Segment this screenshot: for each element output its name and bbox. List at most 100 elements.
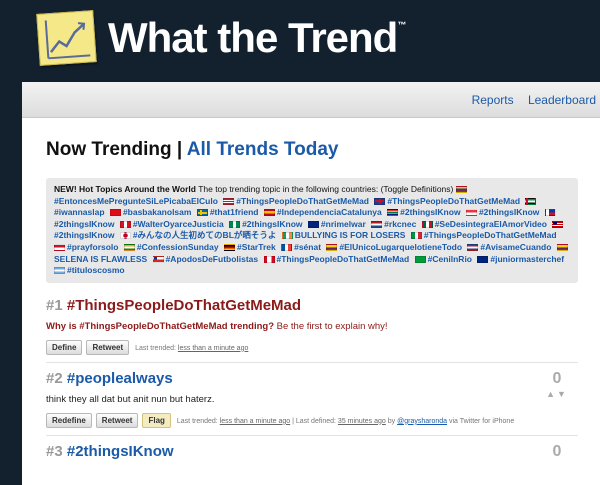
flag-turkey-icon (109, 209, 121, 217)
author-link[interactable]: @graysharonda (397, 418, 447, 425)
trend-title: #1 #ThingsPeopleDoThatGetMeMad (46, 297, 578, 314)
heading-separator: | (176, 139, 183, 160)
all-trends-today-link[interactable]: All Trends Today (187, 139, 339, 160)
hot-topic-link[interactable]: #prayforsolo (67, 242, 119, 252)
trend-name-link[interactable]: #ThingsPeopleDoThatGetMeMad (67, 297, 301, 314)
retweet-button[interactable]: Retweet (95, 412, 139, 428)
trend-item-1: #1 #ThingsPeopleDoThatGetMeMad Why is #T… (46, 297, 578, 355)
site-logo[interactable]: What the Trend™ (108, 14, 406, 62)
hot-topic-link[interactable]: #みんなの人生初めてのBLが晒そうよ (133, 230, 277, 240)
divider (46, 361, 578, 363)
flag-netherlands-icon (467, 243, 479, 251)
hot-topics-lead: NEW! Hot Topics Around the World (54, 184, 196, 194)
why-cta: Be the first to explain why! (276, 320, 388, 332)
hot-topic-link[interactable]: #ThingsPeopleDoThatGetMeMad (424, 230, 557, 240)
flag-peru-icon (119, 220, 131, 228)
last-defined-value[interactable]: 35 minutes ago (338, 418, 386, 425)
hot-topic-link[interactable]: #ThingsPeopleDoThatGetMeMad (236, 196, 369, 206)
hot-topic-link[interactable]: #SeDesintegraElAmorVideo (435, 219, 547, 229)
flag-usa-icon (223, 197, 235, 205)
define-button[interactable]: Define (46, 339, 83, 355)
main-panel: Reports Leaderboard Now Trending | All T… (22, 82, 600, 485)
last-trended-label: Last trended: (135, 344, 176, 352)
hot-topic-link[interactable]: #ThingsPeopleDoThatGetMeMad (387, 196, 520, 206)
hot-topic-link[interactable]: SELENA IS FLAWLESS (54, 254, 147, 264)
trademark: ™ (397, 20, 406, 30)
hot-topic-link[interactable]: #juniormasterchef (490, 254, 564, 264)
last-trended-value[interactable]: less than a minute ago (178, 345, 248, 352)
hot-topic-link[interactable]: #CenilnRio (428, 254, 472, 264)
trend-name-link[interactable]: #2thingsIKnow (67, 443, 174, 460)
redefine-button[interactable]: Redefine (46, 412, 92, 428)
hot-topic-link[interactable]: #2thingsIKnow (54, 219, 114, 229)
hot-topic-link[interactable]: #tituloscosmo (67, 265, 125, 275)
flag-chile-icon (152, 255, 164, 263)
hot-topic-link[interactable]: #2thingsIKnow (242, 219, 302, 229)
vote-box: 0 ▲▼ (542, 370, 572, 399)
flag-netherlands-icon (371, 220, 383, 228)
hot-topic-link[interactable]: BULLYING IS FOR LOSERS (295, 230, 406, 240)
trend-title: #3 #2thingsIKnow (46, 443, 578, 460)
hot-topic-link[interactable]: #basbakanolsam (123, 207, 192, 217)
flag-ireland-icon (281, 232, 293, 240)
upvote-arrow-icon[interactable]: ▲ (546, 389, 557, 399)
flag-italy-icon (410, 232, 422, 240)
trend-rank: #3 (46, 442, 63, 460)
flag-malaysia-icon (552, 220, 564, 228)
trend-actions: Define Retweet Last trended: less than a … (46, 339, 578, 355)
toggle-definitions-link[interactable]: (Toggle Definitions) (381, 184, 454, 194)
trend-name-link[interactable]: #peoplealways (67, 370, 173, 387)
flag-brazil-icon (414, 255, 426, 263)
vote-count: 0 (552, 442, 562, 460)
trend-why: Why is #ThingsPeopleDoThatGetMeMad trend… (46, 321, 578, 332)
hot-topic-link[interactable]: #nrimelwar (321, 219, 366, 229)
divider (46, 434, 578, 436)
flag-canada-icon (263, 255, 275, 263)
hot-topic-link[interactable]: #IndependenciaCatalunya (277, 207, 382, 217)
vote-count: 0 (552, 369, 562, 387)
hot-topics-desc: The top trending topic in the following … (198, 184, 379, 194)
hot-topic-link[interactable]: #AvisameCuando (480, 242, 551, 252)
retweet-button[interactable]: Retweet (86, 339, 130, 355)
hot-topics-box: NEW! Hot Topics Around the World The top… (46, 178, 578, 283)
last-trended-label: Last trended: (176, 417, 218, 425)
trend-title: #2 #peoplealways (46, 370, 578, 387)
hot-topic-link[interactable]: #2thingsIKnow (479, 207, 539, 217)
hot-topic-link[interactable]: #WalterOyarceJusticia (133, 219, 224, 229)
downvote-arrow-icon[interactable]: ▼ (557, 389, 568, 399)
flag-india-icon (123, 243, 135, 251)
hot-topic-link[interactable]: #sénat (294, 242, 321, 252)
by-label: by (387, 417, 396, 425)
nav-leaderboard-link[interactable]: Leaderboard (528, 93, 596, 107)
hot-topic-link[interactable]: #that1friend (210, 207, 259, 217)
trend-actions: Redefine Retweet Flag Last trended: less t… (46, 412, 578, 428)
hot-topic-link[interactable]: #2thingsIKnow (54, 230, 114, 240)
logo-chart-icon[interactable] (36, 10, 97, 66)
flag-uk-icon (374, 197, 386, 205)
page-title: Now Trending | All Trends Today (46, 139, 578, 161)
hot-topic-link[interactable]: #iwannaslap (54, 207, 105, 217)
flag-nigeria-icon (229, 220, 241, 228)
flag-uae-icon (525, 197, 537, 205)
hot-topic-link[interactable]: #StarTrek (237, 242, 276, 252)
trend-rank: #1 (46, 296, 63, 314)
hot-topic-link[interactable]: #ThingsPeopleDoThatGetMeMad (277, 254, 410, 264)
flag-nz-icon (307, 220, 319, 228)
hot-topic-link[interactable]: #2thingsIKnow (400, 207, 460, 217)
hot-topic-link[interactable]: #EntoncesMePregunteSiLePicabaElCulo (54, 196, 218, 206)
flag-singapore-icon (465, 209, 477, 217)
flag-france-icon (281, 243, 293, 251)
vote-box: 0 (542, 443, 572, 461)
hot-topic-link[interactable]: #rkcnec (384, 219, 416, 229)
hot-topic-link[interactable]: #ConfessionSunday (137, 242, 219, 252)
why-question: Why is #ThingsPeopleDoThatGetMeMad trend… (46, 320, 275, 332)
trend-definition: think they all dat but anit nun but hate… (46, 393, 215, 405)
hot-topic-link[interactable]: #ApodosDeFutbolistas (166, 254, 259, 264)
hot-topic-link[interactable]: #ElUnicoLugarquelotieneTodo (339, 242, 462, 252)
content: Now Trending | All Trends Today NEW! Hot… (46, 118, 578, 460)
trend-item-3: #3 #2thingsIKnow 0 (46, 443, 578, 460)
nav-reports-link[interactable]: Reports (472, 93, 514, 107)
last-trended-value[interactable]: less than a minute ago (220, 418, 290, 425)
flag-button[interactable]: Flag (142, 412, 171, 428)
flag-indonesia-icon (54, 243, 65, 251)
